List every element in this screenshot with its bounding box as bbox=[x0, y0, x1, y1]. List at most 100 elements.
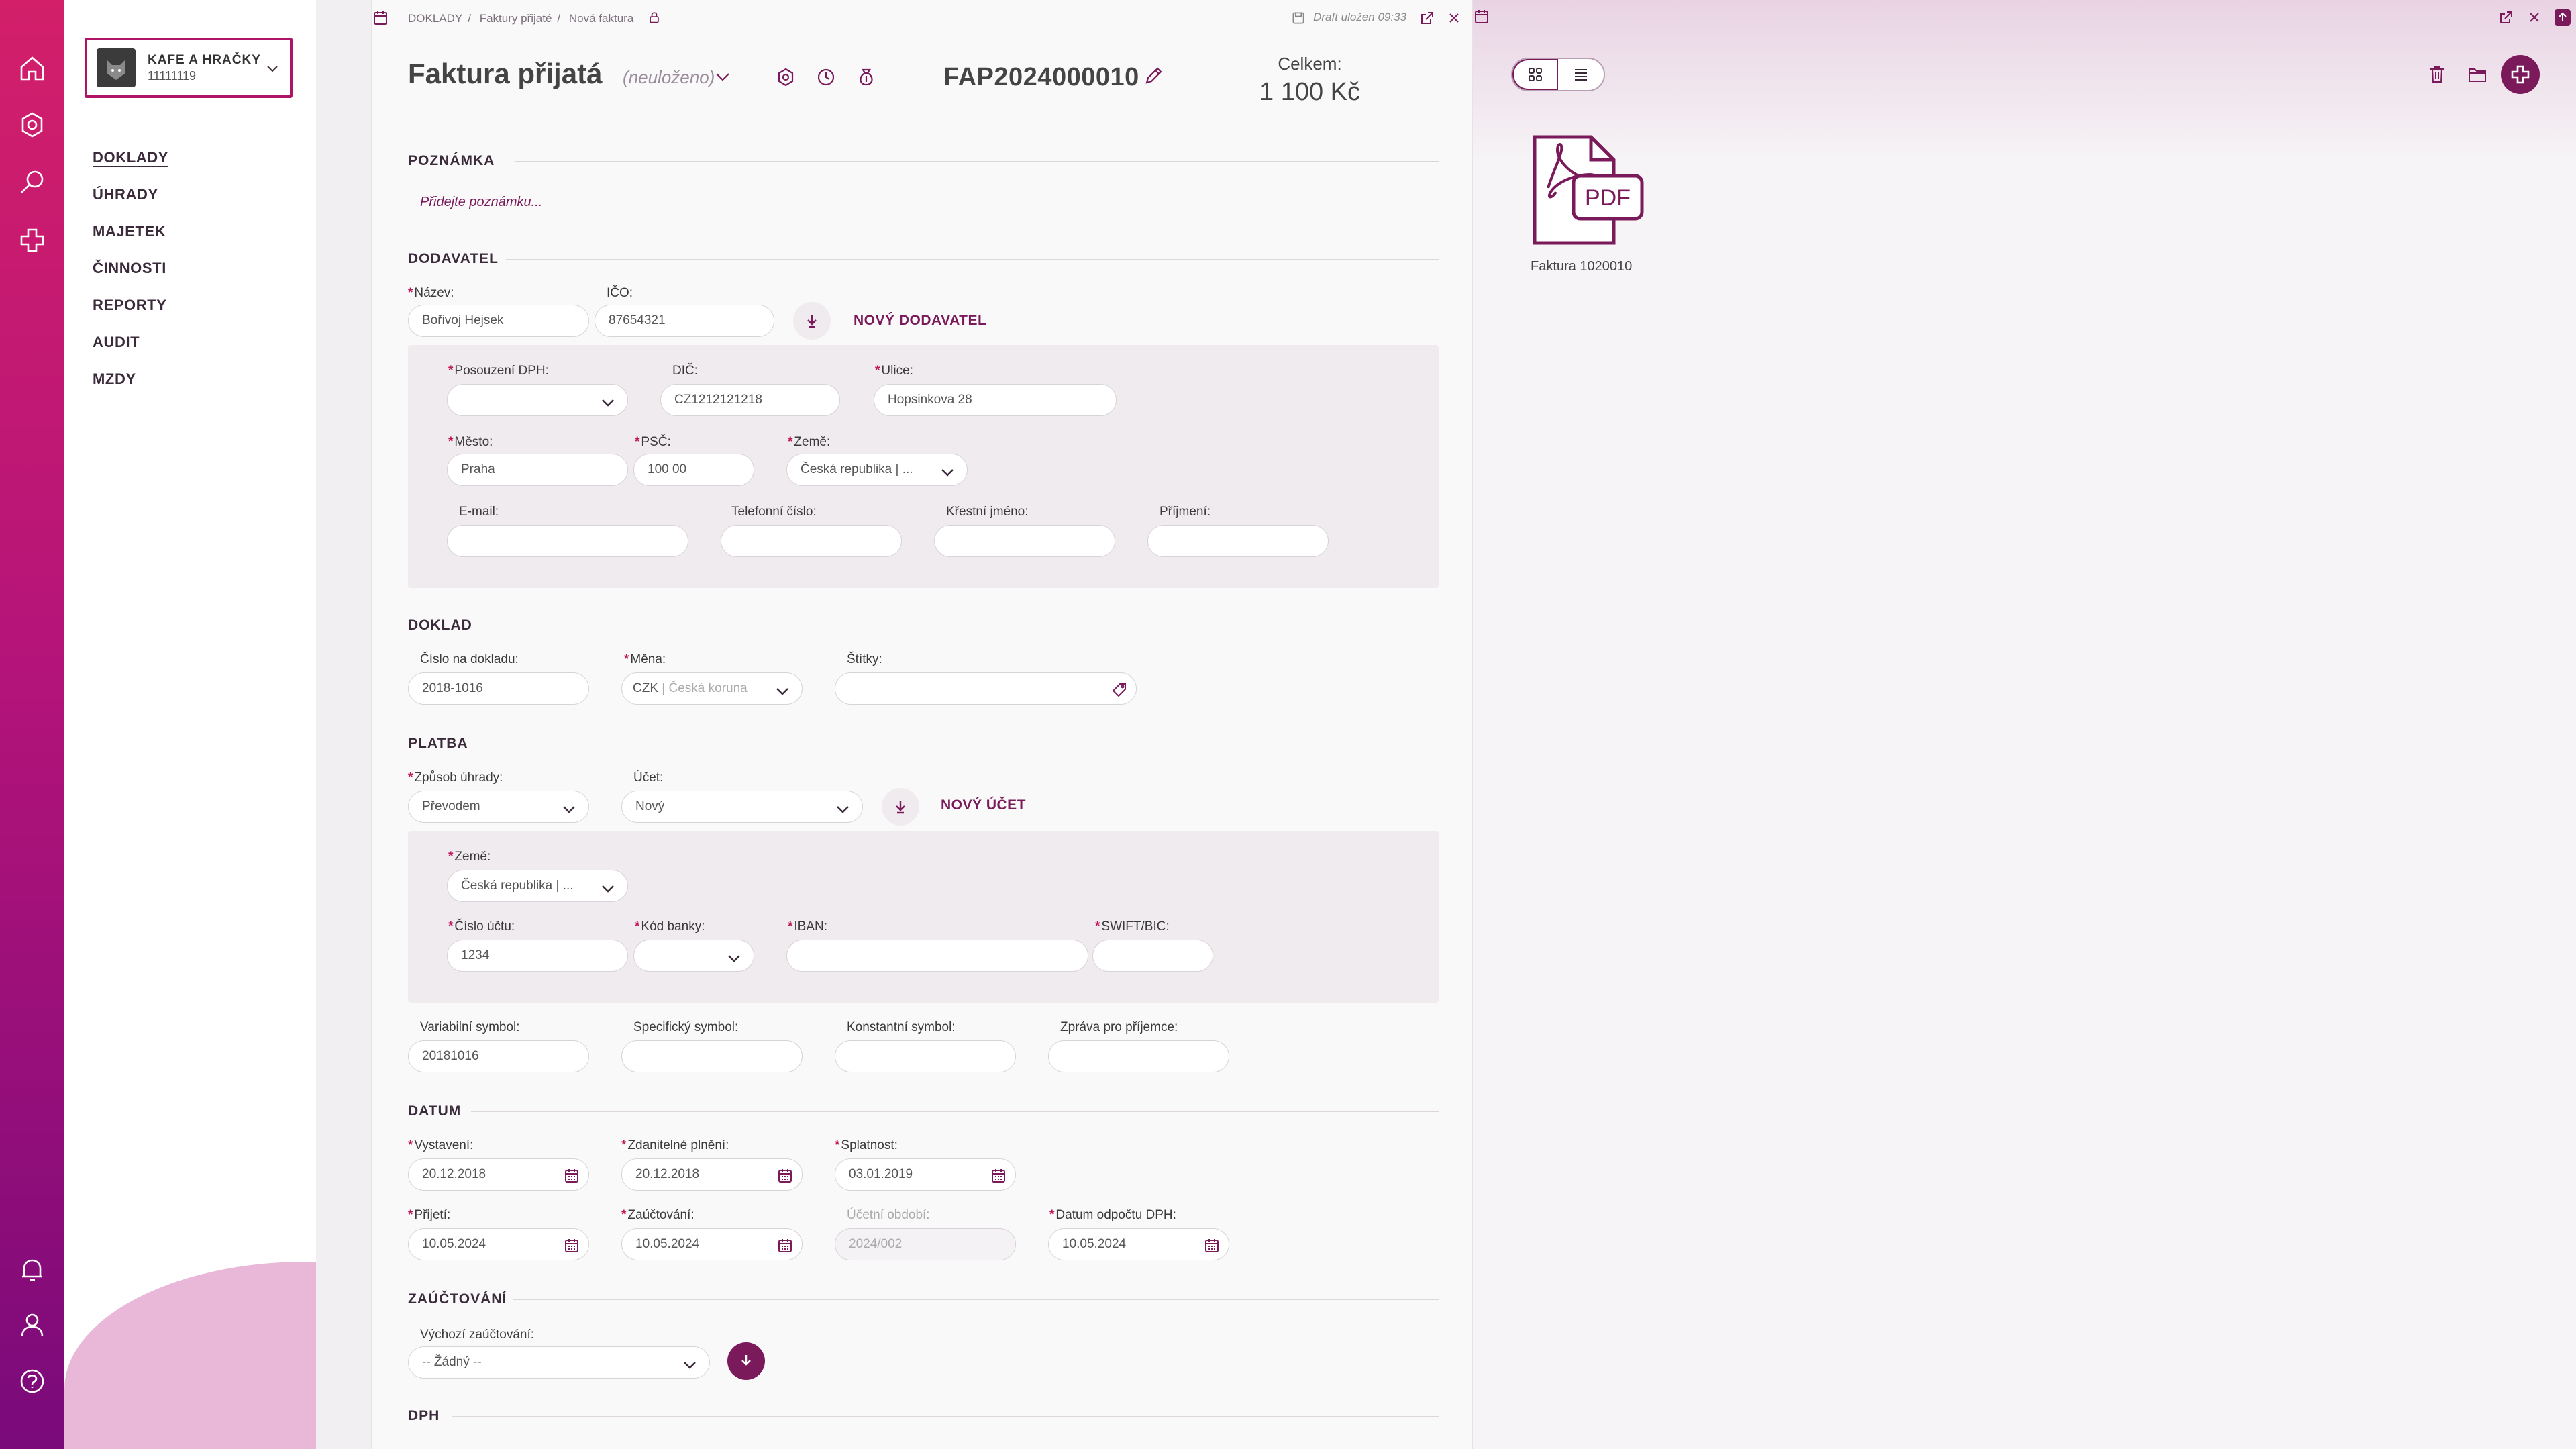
swift-field[interactable] bbox=[1092, 940, 1213, 972]
doc-number-field[interactable]: 2018-1016 bbox=[408, 672, 589, 705]
vat-date-field[interactable]: 10.05.2024 bbox=[1048, 1228, 1229, 1260]
list-view-icon[interactable] bbox=[1558, 59, 1604, 90]
city-field[interactable]: Praha bbox=[447, 454, 628, 486]
trash-icon[interactable] bbox=[2426, 63, 2449, 86]
ico-field[interactable]: 87654321 bbox=[595, 305, 774, 337]
main-nav: DOKLADY ÚHRADY MAJETEK ČINNOSTI REPORTY … bbox=[93, 146, 168, 405]
first-name-field[interactable] bbox=[934, 525, 1115, 557]
last-name-label: Příjmení: bbox=[1160, 505, 1211, 519]
nav-item-reporty[interactable]: REPORTY bbox=[93, 294, 168, 331]
default-posting-select[interactable]: -- Žádný -- bbox=[408, 1346, 710, 1379]
home-icon[interactable] bbox=[16, 52, 48, 85]
email-field[interactable] bbox=[447, 525, 688, 557]
breadcrumb-item[interactable]: DOKLADY bbox=[408, 12, 462, 25]
calendar-tab-icon[interactable] bbox=[1473, 8, 1490, 26]
taxable-date-field[interactable]: 20.12.2018 bbox=[621, 1158, 803, 1191]
iban-field[interactable] bbox=[786, 940, 1088, 972]
chevron-down-icon bbox=[599, 879, 617, 896]
vat-assessment-select[interactable] bbox=[447, 384, 628, 416]
phone-field[interactable] bbox=[721, 525, 902, 557]
load-account-button[interactable] bbox=[882, 788, 919, 826]
calendar-tab-icon[interactable] bbox=[372, 9, 389, 27]
recipient-message-label: Zpráva pro příjemce: bbox=[1060, 1020, 1178, 1034]
dic-field[interactable]: CZ1212121218 bbox=[660, 384, 840, 416]
search-icon[interactable] bbox=[16, 166, 48, 199]
view-toggle[interactable] bbox=[1511, 58, 1605, 91]
calendar-icon[interactable] bbox=[1203, 1236, 1222, 1254]
settings-icon[interactable] bbox=[16, 109, 48, 141]
grid-view-icon[interactable] bbox=[1512, 59, 1558, 90]
user-icon[interactable] bbox=[16, 1309, 48, 1341]
calendar-icon[interactable] bbox=[776, 1166, 795, 1185]
issued-label: Vystavení: bbox=[408, 1138, 473, 1153]
nav-item-mzdy[interactable]: MZDY bbox=[93, 368, 168, 405]
load-supplier-button[interactable] bbox=[793, 302, 831, 340]
add-icon[interactable] bbox=[16, 224, 48, 256]
section-supplier: DODAVATEL bbox=[408, 251, 499, 266]
tags-field[interactable] bbox=[835, 672, 1137, 705]
country-select[interactable]: Česká republika | ... bbox=[786, 454, 968, 486]
new-supplier-button[interactable]: NOVÝ DODAVATEL bbox=[854, 313, 986, 329]
calendar-icon[interactable] bbox=[563, 1236, 582, 1254]
chevron-down-icon bbox=[774, 681, 791, 699]
calendar-icon[interactable] bbox=[563, 1166, 582, 1185]
settings-icon[interactable] bbox=[774, 66, 797, 89]
nav-item-majetek[interactable]: MAJETEK bbox=[93, 220, 168, 257]
nav-item-cinnosti[interactable]: ČINNOSTI bbox=[93, 257, 168, 294]
upload-icon[interactable] bbox=[2555, 9, 2571, 26]
bank-code-select[interactable] bbox=[633, 940, 754, 972]
folder-icon[interactable] bbox=[2466, 63, 2489, 86]
new-account-button[interactable]: NOVÝ ÚČET bbox=[941, 797, 1026, 813]
sidebar: KAFE A HRAČKY 11111119 DOKLADY ÚHRADY MA… bbox=[64, 0, 316, 1449]
company-switcher[interactable]: KAFE A HRAČKY 11111119 bbox=[85, 38, 293, 98]
history-icon[interactable] bbox=[815, 66, 837, 89]
street-field[interactable]: Hopsinkova 28 bbox=[874, 384, 1117, 416]
nav-item-uhrady[interactable]: ÚHRADY bbox=[93, 183, 168, 220]
account-number-field[interactable]: 1234 bbox=[447, 940, 628, 972]
psc-field[interactable]: 100 00 bbox=[633, 454, 754, 486]
variable-symbol-field[interactable]: 20181016 bbox=[408, 1040, 589, 1072]
draft-status: Draft uložen 09:33 bbox=[1313, 11, 1406, 23]
currency-select[interactable]: CZK | Česká koruna bbox=[621, 672, 803, 705]
company-id: 11111119 bbox=[148, 68, 197, 83]
pdf-file-icon: PDF bbox=[1533, 135, 1644, 245]
divider bbox=[506, 259, 1439, 260]
edit-icon[interactable] bbox=[1142, 64, 1165, 87]
open-external-icon[interactable] bbox=[1419, 9, 1436, 27]
money-bag-icon[interactable] bbox=[855, 66, 878, 89]
posted-label: Zaúčtování: bbox=[621, 1208, 694, 1223]
nav-item-audit[interactable]: AUDIT bbox=[93, 331, 168, 368]
apply-posting-button[interactable] bbox=[727, 1342, 765, 1380]
first-name-label: Křestní jméno: bbox=[946, 505, 1029, 519]
recipient-message-field[interactable] bbox=[1048, 1040, 1229, 1072]
constant-symbol-field[interactable] bbox=[835, 1040, 1016, 1072]
divider bbox=[452, 1416, 1439, 1417]
issued-date-field[interactable]: 20.12.2018 bbox=[408, 1158, 589, 1191]
payment-method-select[interactable]: Převodem bbox=[408, 791, 589, 823]
add-attachment-button[interactable] bbox=[2501, 55, 2540, 94]
close-icon[interactable] bbox=[1445, 9, 1463, 27]
close-icon[interactable] bbox=[2526, 9, 2542, 26]
open-external-icon[interactable] bbox=[2498, 9, 2514, 26]
help-icon[interactable] bbox=[16, 1365, 48, 1397]
chevron-down-icon[interactable] bbox=[711, 66, 734, 89]
specific-symbol-field[interactable] bbox=[621, 1040, 803, 1072]
last-name-field[interactable] bbox=[1147, 525, 1329, 557]
default-posting-label: Výchozí zaúčtování: bbox=[420, 1328, 535, 1342]
breadcrumb-item[interactable]: Faktury přijaté bbox=[480, 12, 552, 25]
account-details-box bbox=[408, 831, 1439, 1003]
section-document: DOKLAD bbox=[408, 617, 472, 633]
due-date-field[interactable]: 03.01.2019 bbox=[835, 1158, 1016, 1191]
supplier-name-field[interactable]: Bořivoj Hejsek bbox=[408, 305, 589, 337]
bell-icon[interactable] bbox=[16, 1254, 48, 1286]
calendar-icon[interactable] bbox=[990, 1166, 1009, 1185]
posted-date-field[interactable]: 10.05.2024 bbox=[621, 1228, 803, 1260]
calendar-icon[interactable] bbox=[776, 1236, 795, 1254]
received-date-field[interactable]: 10.05.2024 bbox=[408, 1228, 589, 1260]
account-country-select[interactable]: Česká republika | ... bbox=[447, 870, 628, 902]
chevron-down-icon bbox=[681, 1355, 699, 1372]
nav-item-doklady[interactable]: DOKLADY bbox=[93, 146, 168, 183]
account-select[interactable]: Nový bbox=[621, 791, 863, 823]
attachment-file[interactable]: PDF Faktura 1020010 bbox=[1531, 134, 1665, 274]
note-input[interactable]: Přidejte poznámku... bbox=[420, 195, 542, 210]
